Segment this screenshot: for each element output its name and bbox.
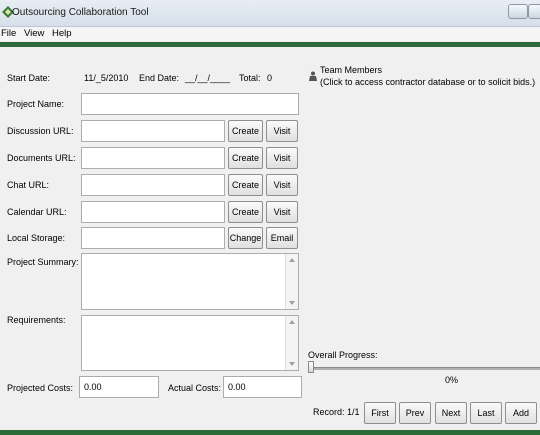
minimize-button[interactable] [508, 4, 528, 19]
overall-progress-label: Overall Progress: [308, 350, 378, 360]
local-storage-label: Local Storage: [7, 233, 66, 243]
requirements-scrollbar[interactable] [285, 316, 298, 370]
team-members-title[interactable]: Team Members [320, 65, 382, 75]
next-record-button[interactable]: Next [435, 402, 467, 424]
prev-record-button[interactable]: Prev [399, 402, 431, 424]
start-date-field[interactable]: 11/_5/2010 [84, 73, 128, 83]
team-members-hint[interactable]: (Click to access contractor database or … [320, 77, 535, 87]
title-bar: Outsourcing Collaboration Tool [0, 0, 540, 27]
calendar-create-button[interactable]: Create [228, 201, 263, 223]
add-record-button[interactable]: Add [505, 402, 537, 424]
first-record-button[interactable]: First [364, 402, 396, 424]
window-title: Outsourcing Collaboration Tool [12, 7, 149, 18]
team-icon[interactable] [308, 71, 318, 81]
scroll-down-arrow-icon[interactable] [289, 301, 295, 305]
documents-visit-button[interactable]: Visit [266, 147, 298, 169]
progress-percent: 0% [445, 375, 459, 385]
menu-view[interactable]: View [24, 28, 44, 39]
scroll-down-arrow-icon[interactable] [289, 362, 295, 366]
documents-url-label: Documents URL: [7, 153, 76, 163]
maximize-button[interactable] [528, 4, 540, 19]
actual-costs-input[interactable]: 0.00 [223, 376, 302, 398]
end-date-label: End Date: [139, 73, 180, 83]
calendar-visit-button[interactable]: Visit [266, 201, 298, 223]
project-summary-label: Project Summary: [7, 257, 79, 267]
calendar-url-label: Calendar URL: [7, 207, 67, 217]
footer-divider [0, 430, 540, 435]
project-name-label: Project Name: [7, 99, 65, 109]
menu-file[interactable]: File [1, 28, 16, 39]
actual-costs-label: Actual Costs: [168, 383, 222, 393]
discussion-url-label: Discussion URL: [7, 126, 74, 136]
summary-scrollbar[interactable] [285, 254, 298, 309]
documents-url-input[interactable] [81, 147, 225, 169]
progress-slider-thumb[interactable] [308, 361, 314, 373]
menu-bar: File View Help [0, 27, 540, 41]
total-label: Total: [239, 73, 261, 83]
chat-visit-button[interactable]: Visit [266, 174, 298, 196]
record-indicator: Record: 1/1 [313, 407, 360, 417]
progress-slider-track[interactable] [308, 367, 540, 370]
discussion-visit-button[interactable]: Visit [266, 120, 298, 142]
scroll-up-arrow-icon[interactable] [289, 258, 295, 262]
menu-help[interactable]: Help [52, 28, 72, 39]
last-record-button[interactable]: Last [470, 402, 502, 424]
calendar-url-input[interactable] [81, 201, 225, 223]
projected-costs-input[interactable]: 0.00 [79, 376, 159, 398]
chat-create-button[interactable]: Create [228, 174, 263, 196]
project-summary-textarea[interactable] [81, 253, 299, 310]
requirements-label: Requirements: [7, 315, 66, 325]
documents-create-button[interactable]: Create [228, 147, 263, 169]
requirements-textarea[interactable] [81, 315, 299, 371]
storage-email-button[interactable]: Email [266, 227, 298, 249]
storage-change-button[interactable]: Change [228, 227, 263, 249]
projected-costs-label: Projected Costs: [7, 383, 74, 393]
chat-url-input[interactable] [81, 174, 225, 196]
project-name-input[interactable] [81, 93, 299, 115]
header-divider [0, 42, 540, 47]
discussion-create-button[interactable]: Create [228, 120, 263, 142]
total-value: 0 [267, 73, 273, 83]
end-date-field[interactable]: __/__/____ [185, 73, 230, 83]
chat-url-label: Chat URL: [7, 180, 50, 190]
start-date-label: Start Date: [7, 73, 51, 83]
discussion-url-input[interactable] [81, 120, 225, 142]
local-storage-input[interactable] [81, 227, 225, 249]
scroll-up-arrow-icon[interactable] [289, 320, 295, 324]
